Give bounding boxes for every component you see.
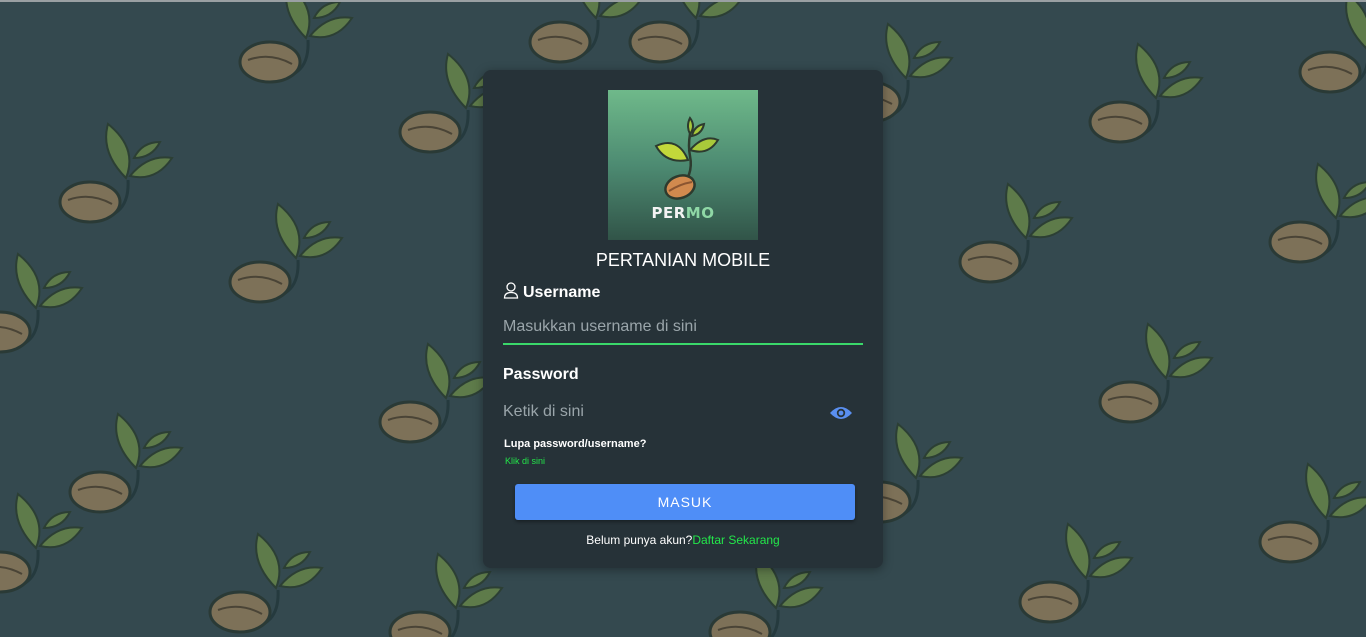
sprout-bean-icon [1268, 162, 1366, 264]
sprout-bean-icon [1298, 2, 1366, 94]
register-prompt-text: Belum punya akun? [586, 533, 693, 547]
app-title: PERTANIAN MOBILE [595, 250, 771, 270]
sprout-bean-icon [208, 532, 324, 634]
forgot-password-text: Lupa password/username? [504, 438, 647, 450]
sprout-bean-icon [0, 252, 84, 354]
username-label: Username [523, 284, 601, 301]
sprout-bean-icon [1018, 522, 1134, 624]
register-link[interactable]: Daftar Sekarang [692, 533, 779, 547]
eye-icon[interactable] [829, 404, 853, 422]
sprout-bean-icon [958, 182, 1074, 284]
logo-wordmark-part2: MO [685, 204, 715, 222]
sprout-bean-icon [1098, 322, 1214, 424]
permo-logo: PERMO [608, 90, 758, 240]
sprout-bean-icon [1258, 462, 1366, 564]
password-label: Password [503, 366, 579, 383]
sprout-bean-icon [238, 2, 354, 84]
sprout-bean-icon [0, 492, 84, 594]
sprout-bean-icon [1088, 42, 1204, 144]
sprout-bean-icon [388, 552, 504, 637]
user-icon [503, 282, 519, 299]
forgot-password-link[interactable]: Klik di sini [505, 456, 545, 466]
login-button[interactable]: MASUK [515, 484, 855, 520]
sprout-bean-icon [528, 2, 644, 64]
login-card: PERMO PERTANIAN MOBILE Username Password… [483, 70, 883, 568]
sprout-bean-icon [228, 202, 344, 304]
password-input[interactable] [503, 395, 823, 429]
sprout-bean-icon [378, 342, 494, 444]
sprout-bean-icon [628, 2, 744, 64]
sprout-bean-icon [68, 412, 184, 514]
logo-wordmark: PERMO [608, 204, 758, 222]
sprout-bean-icon [58, 122, 174, 224]
username-input[interactable] [503, 311, 863, 345]
register-prompt: Belum punya akun?Daftar Sekarang [483, 533, 883, 547]
logo-wordmark-part1: PER [651, 204, 686, 222]
